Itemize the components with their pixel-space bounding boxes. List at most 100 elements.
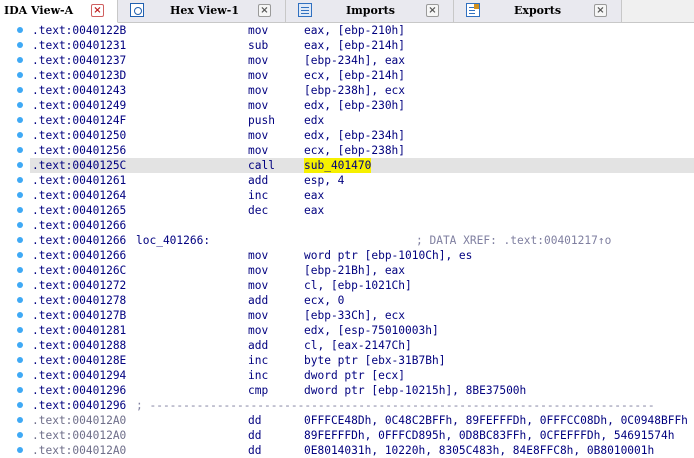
code-dot-icon[interactable] — [17, 207, 23, 213]
mnemonic: mov — [248, 264, 269, 277]
tab-ida-view-a[interactable]: IDA View-A × — [0, 0, 118, 23]
disassembly-listing[interactable]: .text:0040122B mov eax, [ebp-210h] .text:00… — [0, 23, 694, 457]
breakpoint-gutter[interactable] — [0, 23, 30, 456]
address: .text:00401294 — [32, 369, 127, 382]
operands: eax, [ebp-210h] — [304, 24, 406, 37]
address: .text:0040124F — [32, 114, 127, 127]
code-dot-icon[interactable] — [17, 387, 23, 393]
code-dot-icon[interactable] — [17, 402, 23, 408]
mnemonic: inc — [248, 354, 269, 367]
listing-row[interactable]: .text:0040128E inc byte ptr [ebx-31B7Bh] — [30, 353, 694, 368]
listing-row[interactable]: .text:00401272 mov cl, [ebp-1021Ch] — [30, 278, 694, 293]
code-dot-icon[interactable] — [17, 162, 23, 168]
close-icon[interactable]: × — [258, 4, 271, 17]
operands: word ptr [ebp-1010Ch], es — [304, 249, 473, 262]
close-icon[interactable]: × — [594, 4, 607, 17]
listing-row[interactable]: .text:00401266 loc_401266: ; DATA XREF: .t… — [30, 233, 694, 248]
code-dot-icon[interactable] — [17, 432, 23, 438]
listing-row[interactable]: .text:0040126C mov [ebp-21Bh], eax — [30, 263, 694, 278]
mnemonic: mov — [248, 99, 269, 112]
code-dot-icon[interactable] — [17, 132, 23, 138]
listing-row[interactable]: .text:004012A0 dd 89FEFFFDh, 0FFFCD895h, 0… — [30, 428, 694, 443]
listing-row[interactable]: .text:0040122B mov eax, [ebp-210h] — [30, 23, 694, 38]
code-dot-icon[interactable] — [17, 282, 23, 288]
code-dot-icon[interactable] — [17, 417, 23, 423]
listing-row[interactable]: .text:00401288 add cl, [eax-2147Ch] — [30, 338, 694, 353]
code-dot-icon[interactable] — [17, 312, 23, 318]
code-dot-icon[interactable] — [17, 267, 23, 273]
listing-row[interactable]: .text:004012A0 dd 0FFFCE48Dh, 0C48C2BFFh, … — [30, 413, 694, 428]
listing-row[interactable]: .text:00401261 add esp, 4 — [30, 173, 694, 188]
code-dot-icon[interactable] — [17, 357, 23, 363]
mnemonic: mov — [248, 69, 269, 82]
code-dot-icon[interactable] — [17, 447, 23, 453]
operands: byte ptr [ebx-31B7Bh] — [304, 354, 446, 367]
operands: [ebp-33Ch], ecx — [304, 309, 406, 322]
address: .text:0040127B — [32, 309, 127, 322]
tab-hex-view-1[interactable]: Hex View-1 × — [118, 0, 286, 22]
address: .text:00401249 — [32, 99, 127, 112]
tab-imports[interactable]: Imports × — [286, 0, 454, 22]
code-dot-icon[interactable] — [17, 42, 23, 48]
listing-row[interactable]: .text:00401281 mov edx, [esp-75010003h] — [30, 323, 694, 338]
code-dot-icon[interactable] — [17, 342, 23, 348]
listing-row[interactable]: .text:00401256 mov ecx, [ebp-238h] — [30, 143, 694, 158]
code-dot-icon[interactable] — [17, 117, 23, 123]
listing-row[interactable]: .text:00401264 inc eax — [30, 188, 694, 203]
listing-row[interactable]: .text:00401231 sub eax, [ebp-214h] — [30, 38, 694, 53]
address: .text:00401296 — [32, 399, 127, 412]
mnemonic: mov — [248, 129, 269, 142]
mnemonic: mov — [248, 324, 269, 337]
listing-row[interactable]: .text:00401243 mov [ebp-238h], ecx — [30, 83, 694, 98]
listing-row[interactable]: .text:0040127B mov [ebp-33Ch], ecx — [30, 308, 694, 323]
code-dot-icon[interactable] — [17, 222, 23, 228]
mnemonic: mov — [248, 279, 269, 292]
operands: eax — [304, 204, 325, 217]
operands: ecx, [ebp-238h] — [304, 144, 406, 157]
code-dot-icon[interactable] — [17, 192, 23, 198]
listing-row[interactable]: .text:00401249 mov edx, [ebp-230h] — [30, 98, 694, 113]
code-dot-icon[interactable] — [17, 147, 23, 153]
close-icon[interactable]: × — [91, 4, 104, 17]
tab-label: IDA View-A — [4, 4, 74, 17]
listing-row[interactable]: .text:00401265 dec eax — [30, 203, 694, 218]
code-dot-icon[interactable] — [17, 57, 23, 63]
highlighted-operand[interactable]: sub_401470 — [304, 158, 372, 173]
imports-icon — [298, 3, 312, 17]
listing-row[interactable]: .text:00401266 mov word ptr [ebp-1010Ch], … — [30, 248, 694, 263]
listing-row[interactable]: .text:00401296 cmp dword ptr [ebp-10215h],… — [30, 383, 694, 398]
listing-row[interactable]: .text:00401294 inc dword ptr [ecx] — [30, 368, 694, 383]
tab-exports[interactable]: Exports × — [454, 0, 622, 22]
mnemonic: dd — [248, 414, 262, 427]
listing-row[interactable]: .text:00401250 mov edx, [ebp-234h] — [30, 128, 694, 143]
listing-row[interactable]: .text:0040125C call sub_401470 — [30, 158, 694, 173]
code-dot-icon[interactable] — [17, 252, 23, 258]
code-dot-icon[interactable] — [17, 27, 23, 33]
code-dot-icon[interactable] — [17, 102, 23, 108]
close-icon[interactable]: × — [426, 4, 439, 17]
listing-row[interactable]: .text:00401237 mov [ebp-234h], eax — [30, 53, 694, 68]
listing-row[interactable]: .text:0040124F push edx — [30, 113, 694, 128]
operands: edx, [esp-75010003h] — [304, 324, 439, 337]
code-dot-icon[interactable] — [17, 297, 23, 303]
tab-label: Imports — [346, 4, 395, 17]
code-dot-icon[interactable] — [17, 237, 23, 243]
hex-view-icon — [130, 3, 144, 17]
address: .text:00401264 — [32, 189, 127, 202]
code-dot-icon[interactable] — [17, 87, 23, 93]
code-dot-icon[interactable] — [17, 372, 23, 378]
code-label: loc_401266: — [136, 234, 211, 247]
listing-row[interactable]: .text:0040123D mov ecx, [ebp-214h] — [30, 68, 694, 83]
address: .text:00401237 — [32, 54, 127, 67]
listing-row[interactable]: .text:00401278 add ecx, 0 — [30, 293, 694, 308]
address: .text:00401266 — [32, 234, 127, 247]
mnemonic: call — [248, 159, 275, 172]
code-dot-icon[interactable] — [17, 177, 23, 183]
listing-row[interactable]: .text:00401296 ; ------------------------… — [30, 398, 694, 413]
code-dot-icon[interactable] — [17, 72, 23, 78]
code-dot-icon[interactable] — [17, 327, 23, 333]
listing-row[interactable]: .text:00401266 — [30, 218, 694, 233]
address: .text:00401288 — [32, 339, 127, 352]
operands: [ebp-238h], ecx — [304, 84, 406, 97]
tab-label: Hex View-1 — [170, 4, 239, 17]
